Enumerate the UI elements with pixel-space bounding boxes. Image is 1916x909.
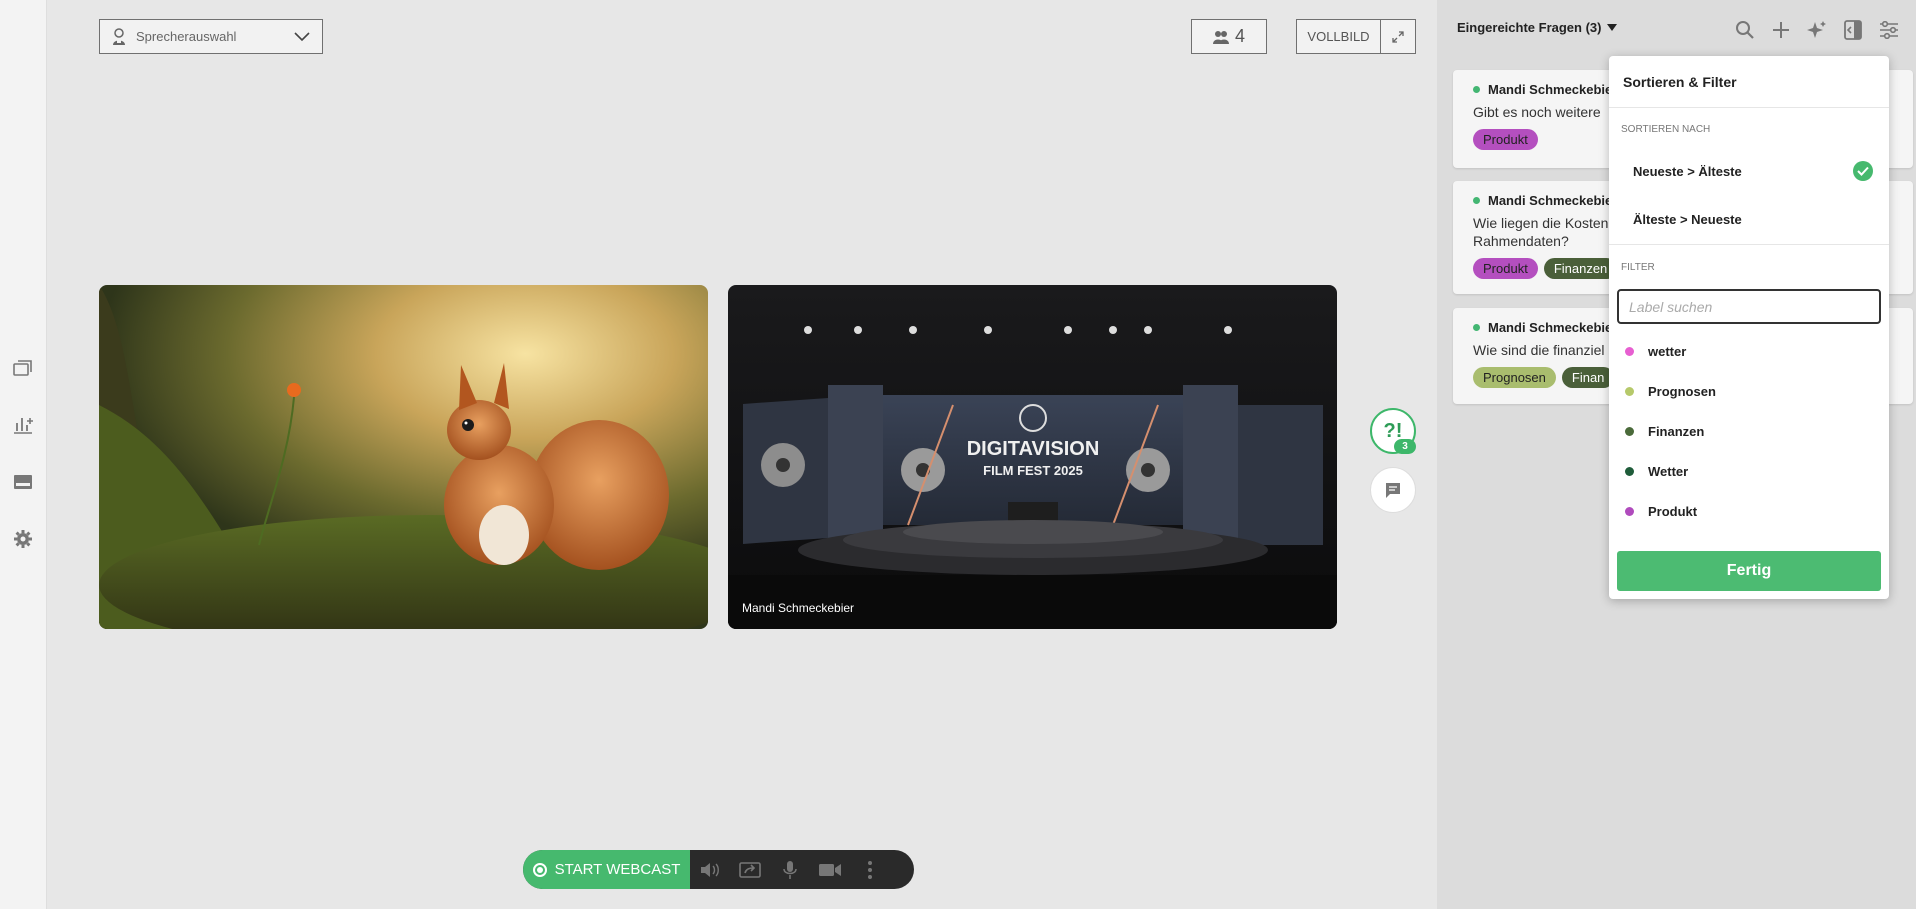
filter-item-produkt[interactable]: Produkt [1625,504,1697,519]
question-tag: Produkt [1473,129,1538,150]
participant-count-button[interactable]: 4 [1191,19,1267,54]
speaker-icon [113,27,125,45]
stage-title-1: DIGITAVISION [967,438,1100,460]
filter-item-finanzen[interactable]: Finanzen [1625,424,1704,439]
stage-title-2: FILM FEST 2025 [983,463,1083,478]
chevron-down-icon [294,31,310,41]
left-rail [0,0,47,909]
label-search-input[interactable] [1617,289,1881,324]
sort-option-label: Neueste > Älteste [1633,163,1742,179]
sort-option-oldest[interactable]: Älteste > Neueste [1633,208,1873,230]
microphone-icon [783,860,797,879]
filter-label: wetter [1648,344,1687,359]
label-color-dot [1625,387,1634,396]
filter-heading: FILTER [1621,262,1655,273]
label-color-dot [1625,467,1634,476]
qa-button[interactable]: ?! 3 [1370,408,1416,454]
chat-icon [1386,483,1400,498]
question-author: Mandi Schmeckebie [1488,320,1613,335]
stage-area: Sprecherauswahl 4 VOLLBILD DIGITAVISION … [47,0,1437,909]
filter-label: Finanzen [1648,424,1705,439]
sort-option-newest[interactable]: Neueste > Älteste [1633,160,1873,182]
add-icon[interactable] [1769,18,1793,42]
questions-panel-title-button[interactable]: Eingereichte Fragen (3) [1457,20,1618,35]
camera-icon [819,863,841,876]
gear-icon[interactable] [11,527,35,551]
participant-count: 4 [1234,26,1245,46]
filter-item-wetter-2[interactable]: Wetter [1625,464,1688,479]
speaker-select-label: Sprecherauswahl [136,29,237,44]
filter-item-prognosen[interactable]: Prognosen [1625,384,1716,399]
tile-participant-name: Mandi Schmeckebier [742,601,855,615]
sort-heading: SORTIEREN NACH [1621,124,1711,135]
filter-label: Produkt [1648,504,1698,519]
search-icon[interactable] [1733,18,1757,42]
banner-icon[interactable] [11,470,35,494]
question-author: Mandi Schmeckebie [1488,82,1613,97]
more-vertical-icon [868,860,872,879]
dropdown-divider [1609,244,1889,245]
layers-icon[interactable] [11,356,35,380]
expand-icon [1381,20,1415,53]
poll-chart-icon[interactable] [11,413,35,437]
screen-share-icon [739,861,761,878]
online-status-dot [1473,86,1480,93]
online-status-dot [1473,197,1480,204]
check-icon [1853,161,1873,181]
video-tile-squirrel[interactable] [99,285,708,629]
camera-button[interactable] [810,850,850,889]
start-webcast-button[interactable]: START WEBCAST [523,850,690,889]
filter-label: Wetter [1648,464,1689,479]
question-tag: Prognosen [1473,367,1556,388]
start-webcast-label: START WEBCAST [554,861,681,878]
video-tile-speaker[interactable]: DIGITAVISION FILM FEST 2025 Mandi Schmec… [728,285,1337,629]
participants-icon [1212,30,1229,44]
control-bar: START WEBCAST [523,850,914,889]
squirrel-image [99,285,708,629]
panel-toggle-icon[interactable] [1841,18,1865,42]
screen-share-button[interactable] [730,850,770,889]
speaker-volume-button[interactable] [690,850,730,889]
questions-panel-title: Eingereichte Fragen (3) [1457,20,1602,35]
question-tag: Finan [1561,367,1615,388]
sliders-icon[interactable] [1877,18,1901,42]
label-color-dot [1625,427,1634,436]
caret-down-icon [1607,24,1618,31]
question-text: Wie sind die finanziel [1473,342,1605,358]
label-color-dot [1625,347,1634,356]
question-text: Gibt es noch weitere [1473,104,1601,120]
stage-image: DIGITAVISION FILM FEST 2025 [728,285,1337,629]
filter-item-wetter[interactable]: wetter [1625,344,1686,359]
more-options-button[interactable] [850,850,890,889]
sort-option-label: Älteste > Neueste [1633,211,1742,227]
question-tag: Produkt [1473,258,1538,279]
chat-button[interactable] [1370,467,1416,513]
online-status-dot [1473,324,1480,331]
fullscreen-button[interactable]: VOLLBILD [1296,19,1416,54]
volume-icon [701,862,719,877]
record-icon [532,862,547,877]
sort-filter-dropdown: Sortieren & Filter SORTIEREN NACH Neuest… [1609,56,1889,599]
question-author: Mandi Schmeckebie [1488,193,1613,208]
sparkle-icon[interactable] [1805,18,1829,42]
filter-label: Prognosen [1648,384,1716,399]
fullscreen-label: VOLLBILD [1297,20,1381,53]
done-button[interactable]: Fertig [1617,551,1881,591]
question-text: Wie liegen die Kosten Rahmendaten? [1473,215,1609,249]
dropdown-title: Sortieren & Filter [1609,56,1889,108]
qa-count-badge: 3 [1394,439,1416,454]
label-color-dot [1625,507,1634,516]
speaker-select[interactable]: Sprecherauswahl [99,19,323,54]
microphone-button[interactable] [770,850,810,889]
question-tag: Finanzen [1543,258,1618,279]
